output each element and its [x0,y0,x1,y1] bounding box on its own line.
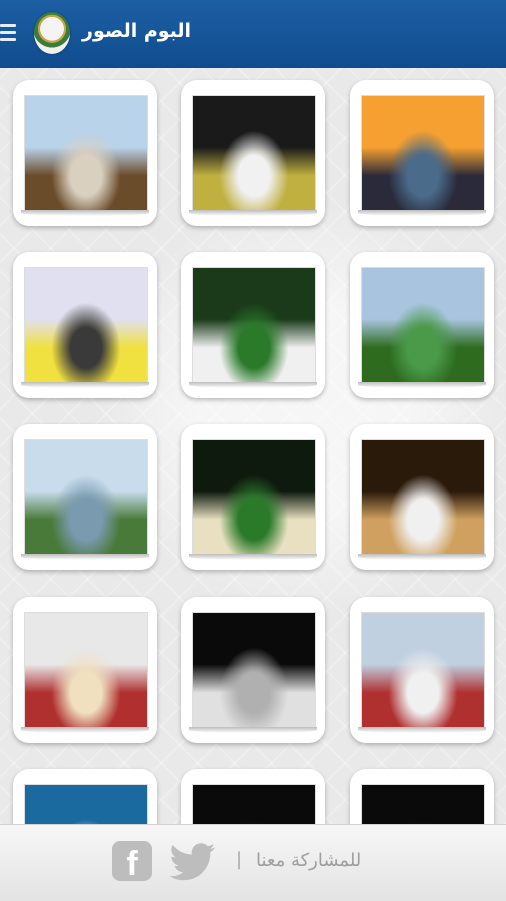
tile-shadow [358,210,486,216]
photo-sculpture-monument [24,95,148,211]
tile-shadow [358,727,486,733]
photo-award-handover [24,612,148,728]
photo-tile[interactable] [13,252,157,398]
tile-shadow [358,382,486,388]
hamburger-menu-icon[interactable] [0,24,16,44]
app-header: البوم الصور [0,0,506,68]
tile-shadow [21,554,149,560]
photo-tile[interactable] [181,252,325,398]
photo-dark-2 [361,784,485,824]
tile-shadow [358,554,486,560]
photo-stage-performance [192,439,316,555]
photo-sword-dance [192,267,316,383]
photo-river-park [24,439,148,555]
photo-tile[interactable] [350,769,494,824]
facebook-icon[interactable]: f [112,841,152,881]
photo-palms-seaside [361,267,485,383]
photo-reception-hall [361,439,485,555]
photo-tile[interactable] [181,80,325,226]
photo-tile[interactable] [13,597,157,743]
photo-tile[interactable] [350,424,494,570]
footer-separator: | [236,849,243,870]
twitter-icon[interactable] [170,843,216,881]
photo-tile[interactable] [350,597,494,743]
photo-officials-award [361,612,485,728]
photo-tile[interactable] [13,769,157,824]
photo-colorful-lights [24,784,148,824]
tile-shadow [189,210,317,216]
photo-tile[interactable] [13,424,157,570]
footer-share-bar: f | للمشاركة معنا [0,824,506,901]
photo-palm-sunset [361,95,485,211]
app-logo [34,12,70,54]
photo-prince-night-ceremony [192,95,316,211]
photo-tile[interactable] [181,769,325,824]
photo-dark-1 [192,784,316,824]
photo-tile[interactable] [350,80,494,226]
photo-stadium-crowd [192,612,316,728]
photo-tile[interactable] [181,424,325,570]
photo-gallery-grid [0,68,506,824]
photo-tile[interactable] [13,80,157,226]
page-title: البوم الصور [82,20,192,42]
tile-shadow [189,554,317,560]
tile-shadow [21,382,149,388]
tile-shadow [21,727,149,733]
photo-tile[interactable] [350,252,494,398]
tile-shadow [189,382,317,388]
photo-crowd-tent [24,267,148,383]
share-with-us-label: للمشاركة معنا [256,850,362,871]
photo-tile[interactable] [181,597,325,743]
tile-shadow [21,210,149,216]
tile-shadow [189,727,317,733]
